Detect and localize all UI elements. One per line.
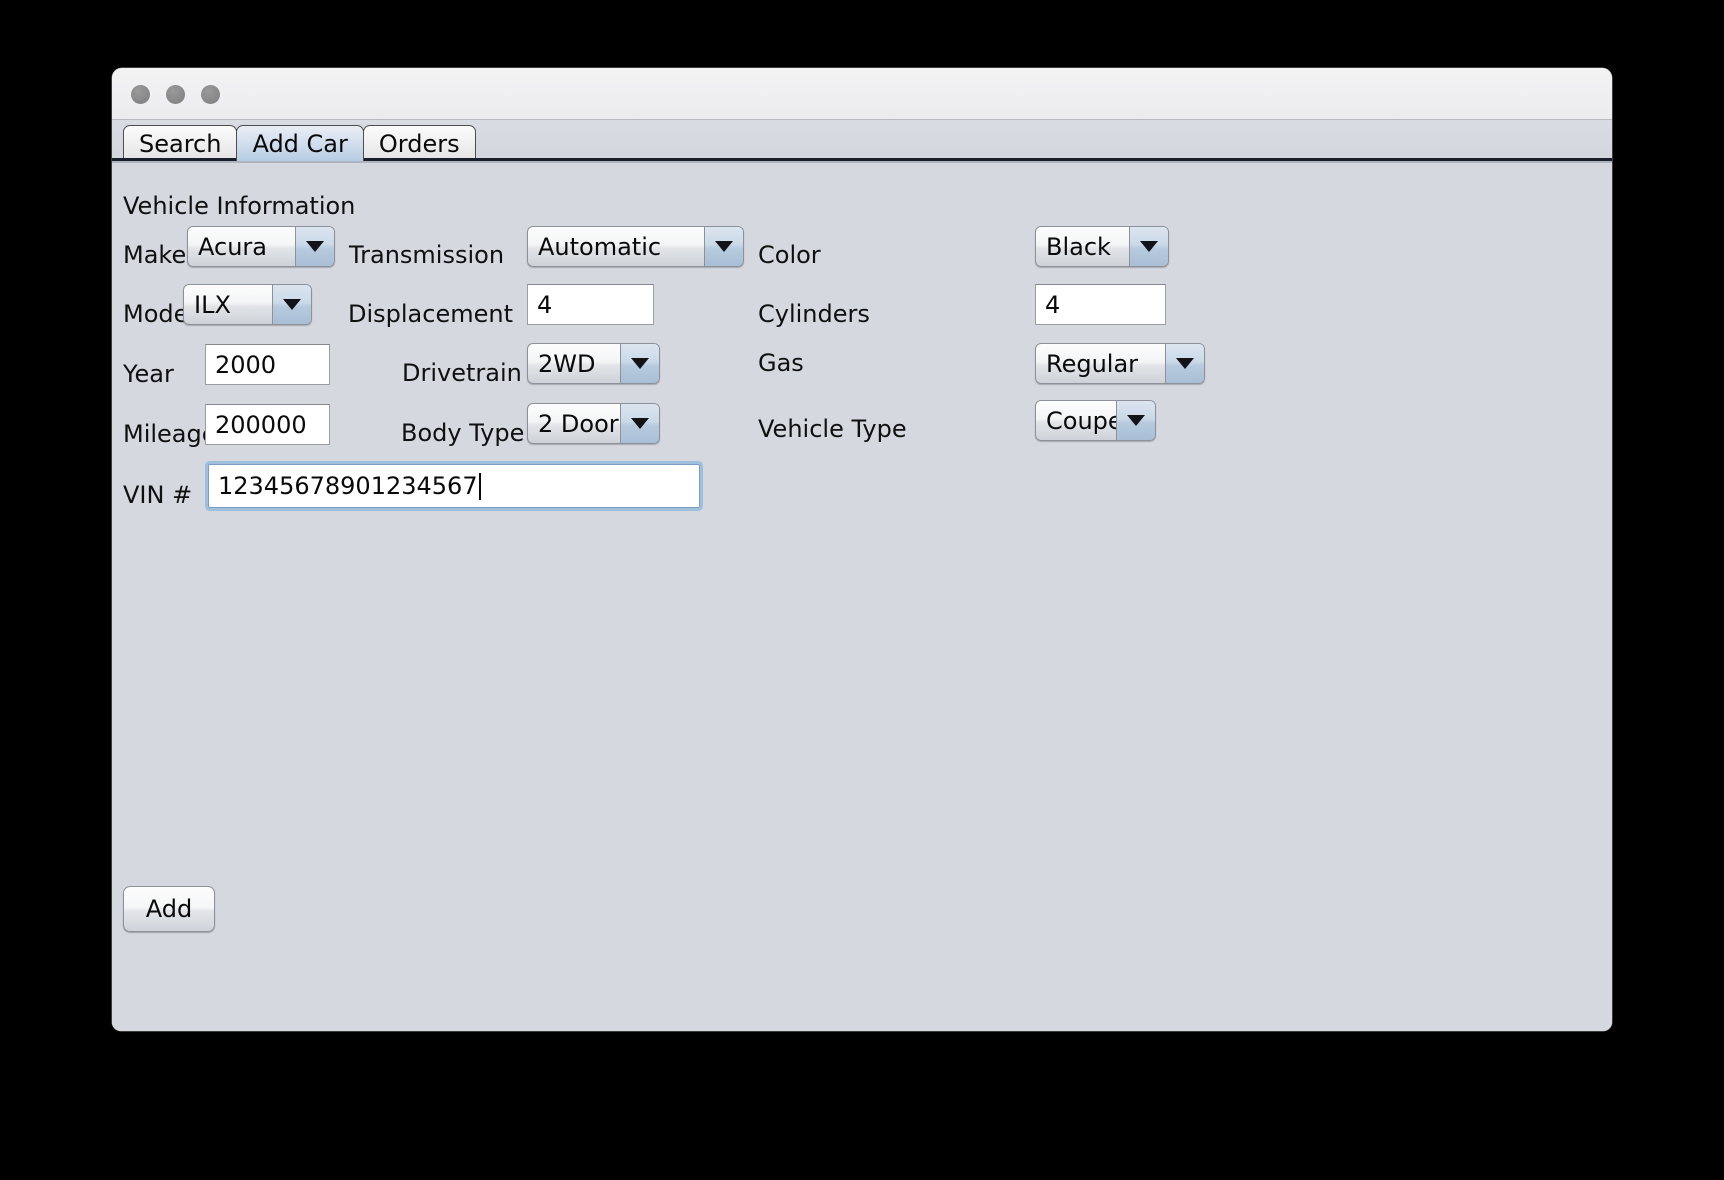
close-window-icon[interactable]	[131, 85, 150, 104]
transmission-value: Automatic	[538, 232, 662, 261]
section-title: Vehicle Information	[123, 192, 356, 220]
year-input[interactable]: 2000	[205, 344, 330, 385]
desktop-background: Search Add Car Orders Vehicle Informatio…	[0, 0, 1724, 1180]
tab-bar: Search Add Car Orders	[112, 120, 1612, 161]
mileage-input[interactable]: 200000	[205, 404, 330, 445]
minimize-window-icon[interactable]	[166, 85, 185, 104]
body-type-select[interactable]: 2 Door	[527, 403, 660, 444]
color-select[interactable]: Black	[1035, 226, 1169, 267]
tab-orders-label: Orders	[378, 129, 460, 158]
gas-select[interactable]: Regular	[1035, 343, 1205, 384]
mileage-label: Mileage	[123, 420, 217, 448]
drivetrain-label: Drivetrain	[402, 359, 522, 387]
gas-value: Regular	[1046, 349, 1139, 378]
vin-input[interactable]: 12345678901234567	[208, 464, 700, 508]
chevron-down-icon[interactable]	[272, 285, 311, 324]
displacement-label: Displacement	[348, 300, 513, 328]
vin-value: 12345678901234567	[218, 472, 478, 500]
tab-orders[interactable]: Orders	[362, 125, 476, 161]
body-type-label: Body Type	[401, 419, 525, 447]
application-window: Search Add Car Orders Vehicle Informatio…	[112, 68, 1612, 1031]
cylinders-label: Cylinders	[758, 300, 870, 328]
chevron-down-icon[interactable]	[1165, 344, 1204, 383]
chevron-down-icon[interactable]	[620, 404, 659, 443]
vehicle-type-label: Vehicle Type	[758, 415, 907, 443]
drivetrain-value: 2WD	[538, 349, 596, 378]
chevron-down-icon[interactable]	[620, 344, 659, 383]
color-value: Black	[1046, 232, 1111, 261]
cylinders-input[interactable]: 4	[1035, 284, 1166, 325]
transmission-select[interactable]: Automatic	[527, 226, 744, 267]
vehicle-type-value: Coupe	[1046, 406, 1116, 435]
maximize-window-icon[interactable]	[201, 85, 220, 104]
window-titlebar	[112, 68, 1612, 120]
chevron-down-icon[interactable]	[1129, 227, 1168, 266]
vin-label: VIN #	[123, 481, 193, 509]
year-label: Year	[123, 360, 174, 388]
displacement-value: 4	[537, 290, 553, 319]
text-cursor	[478, 472, 481, 500]
add-car-panel: Vehicle Information Make Acura Model ILX…	[112, 163, 1612, 1031]
vehicle-type-select[interactable]: Coupe	[1035, 400, 1156, 441]
body-type-value: 2 Door	[538, 409, 619, 438]
make-select[interactable]: Acura	[187, 226, 335, 267]
drivetrain-select[interactable]: 2WD	[527, 343, 660, 384]
chevron-down-icon[interactable]	[704, 227, 743, 266]
cylinders-value: 4	[1045, 290, 1061, 319]
color-label: Color	[758, 241, 821, 269]
tab-search[interactable]: Search	[123, 125, 238, 161]
chevron-down-icon[interactable]	[295, 227, 334, 266]
model-value: ILX	[194, 290, 231, 319]
model-select[interactable]: ILX	[183, 284, 312, 325]
tab-search-label: Search	[139, 129, 222, 158]
year-value: 2000	[215, 350, 277, 379]
chevron-down-icon[interactable]	[1116, 401, 1155, 440]
make-value: Acura	[198, 232, 267, 261]
mileage-value: 200000	[215, 410, 307, 439]
displacement-input[interactable]: 4	[527, 284, 654, 325]
tab-add-car-label: Add Car	[252, 129, 348, 158]
transmission-label: Transmission	[349, 241, 505, 269]
tab-strip: Search Add Car Orders	[123, 125, 476, 161]
make-label: Make	[123, 241, 187, 269]
gas-label: Gas	[758, 349, 804, 377]
add-button-label: Add	[145, 895, 193, 923]
add-button[interactable]: Add	[123, 886, 215, 932]
tab-add-car[interactable]: Add Car	[236, 125, 364, 161]
